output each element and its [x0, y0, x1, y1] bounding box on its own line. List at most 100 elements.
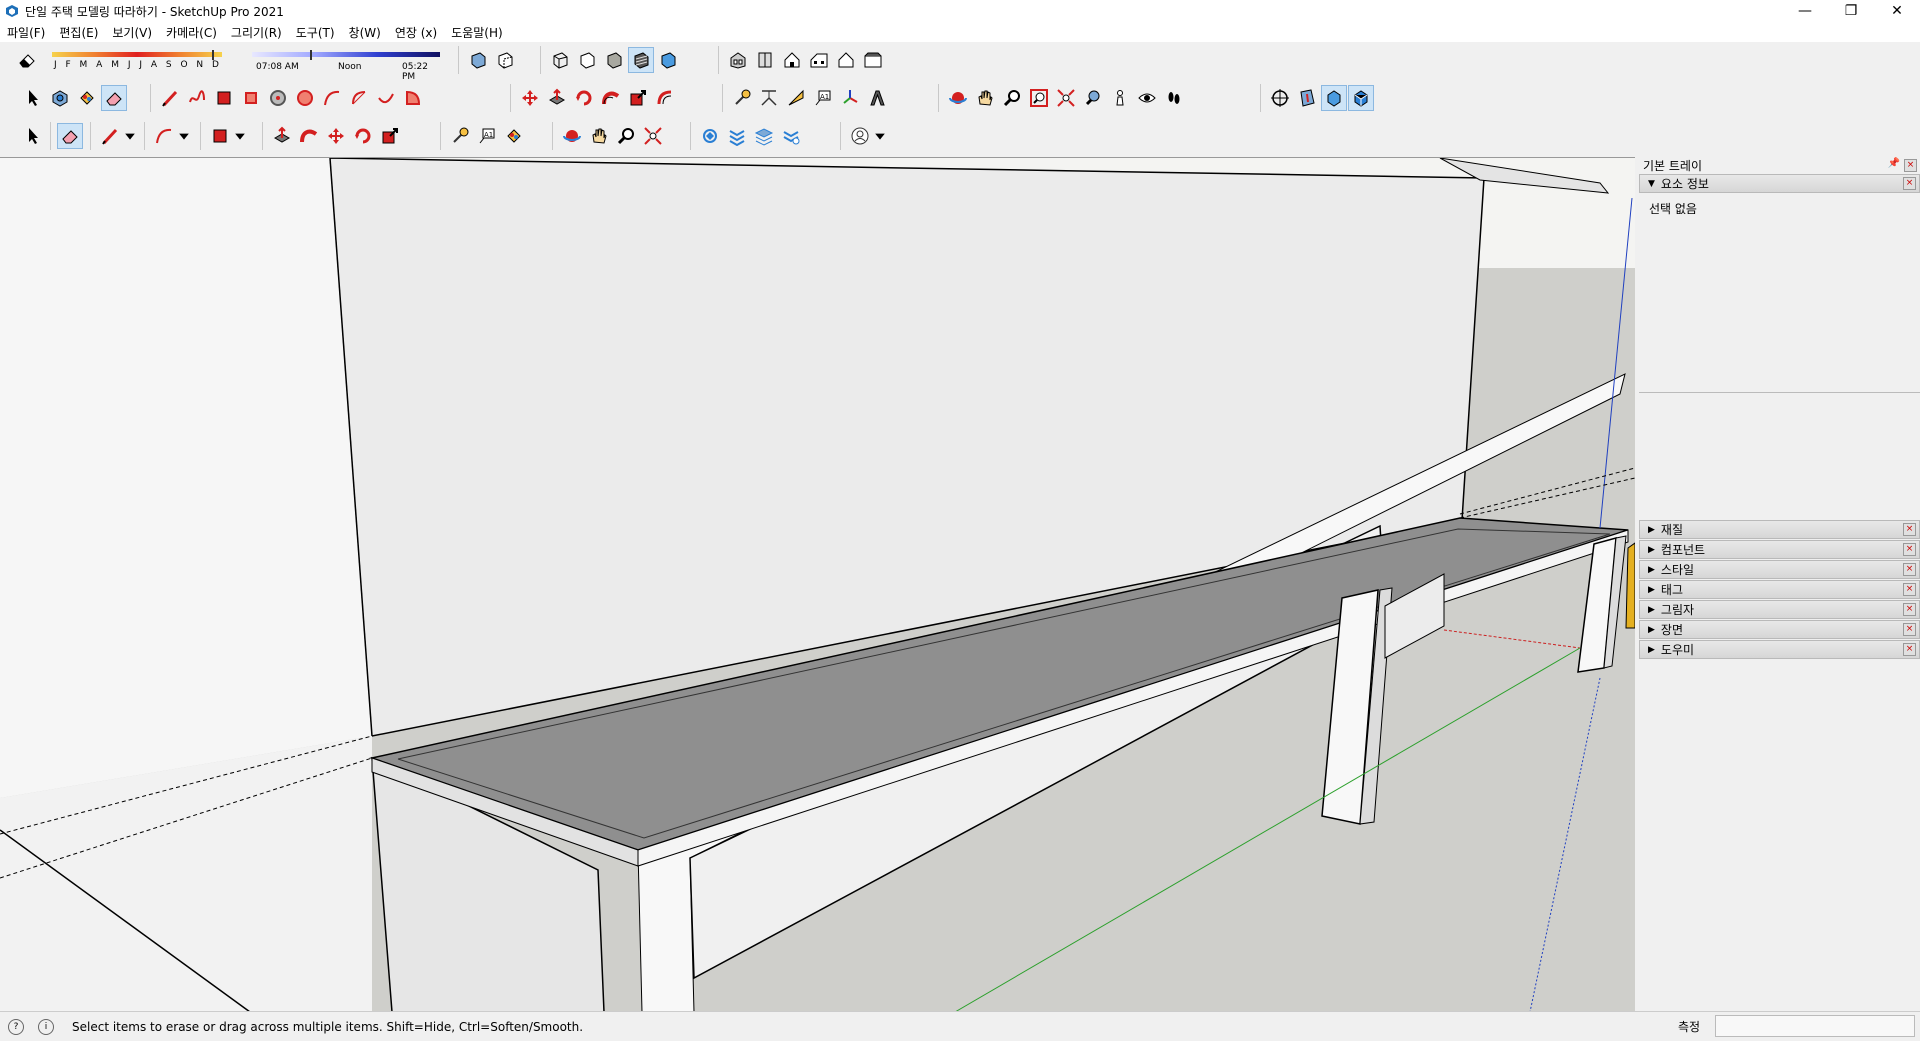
- offset-tool-icon[interactable]: [652, 85, 678, 111]
- zoom-extents-icon[interactable]: [1053, 85, 1079, 111]
- scale-tool-icon[interactable]: [625, 85, 651, 111]
- push-pull-icon-2[interactable]: [269, 123, 295, 149]
- xray-face-style-icon[interactable]: [465, 47, 491, 73]
- panel-close-icon[interactable]: ×: [1903, 523, 1916, 536]
- panel-close-icon[interactable]: ×: [1903, 563, 1916, 576]
- monochrome-icon[interactable]: [655, 47, 681, 73]
- orbit-tool-icon[interactable]: [945, 85, 971, 111]
- display-section-fill-icon[interactable]: [1348, 85, 1374, 111]
- extension-warehouse-icon[interactable]: [778, 123, 804, 149]
- text-tool-icon-2[interactable]: A1: [474, 123, 500, 149]
- wireframe-icon[interactable]: [547, 47, 573, 73]
- panel-close-icon[interactable]: ×: [1903, 603, 1916, 616]
- rectangle-tool-icon[interactable]: [211, 85, 237, 111]
- rotate-tool-icon[interactable]: [571, 85, 597, 111]
- paint-bucket-icon-2[interactable]: [501, 123, 527, 149]
- eraser-small-icon[interactable]: [14, 47, 40, 73]
- panel-close-icon[interactable]: ×: [1903, 623, 1916, 636]
- menu-draw[interactable]: 그리기(R): [224, 24, 289, 41]
- freehand-tool-icon[interactable]: [184, 85, 210, 111]
- iso-view-icon[interactable]: [725, 47, 751, 73]
- hidden-line-icon[interactable]: [574, 47, 600, 73]
- panel-components[interactable]: ▶ 컴포넌트 ×: [1639, 540, 1920, 559]
- warehouse-icon[interactable]: [697, 123, 723, 149]
- select-tool-icon-2[interactable]: [20, 123, 46, 149]
- info-icon[interactable]: i: [38, 1018, 54, 1035]
- panel-tags[interactable]: ▶ 태그 ×: [1639, 580, 1920, 599]
- text-tool-icon[interactable]: A1: [810, 85, 836, 111]
- layers-icon[interactable]: [751, 123, 777, 149]
- menu-extensions[interactable]: 연장 (x): [388, 24, 444, 41]
- left-view-icon[interactable]: [860, 47, 886, 73]
- pan-tool-icon-2[interactable]: [586, 123, 612, 149]
- axes-tool-icon[interactable]: [837, 85, 863, 111]
- rectangle-tool-icon-2[interactable]: [207, 123, 233, 149]
- arc-tool-icon[interactable]: [319, 85, 345, 111]
- panel-close-icon[interactable]: ×: [1903, 177, 1916, 190]
- rotated-rectangle-icon[interactable]: [238, 85, 264, 111]
- minimize-button[interactable]: —: [1782, 0, 1828, 22]
- menu-help[interactable]: 도움말(H): [444, 24, 510, 41]
- line-tool-icon-2[interactable]: [97, 123, 123, 149]
- right-view-icon[interactable]: [806, 47, 832, 73]
- push-pull-icon[interactable]: [544, 85, 570, 111]
- tray-close-icon[interactable]: ×: [1904, 159, 1917, 172]
- previous-view-icon[interactable]: [1080, 85, 1106, 111]
- close-button[interactable]: ✕: [1874, 0, 1920, 22]
- follow-me-icon-2[interactable]: [296, 123, 322, 149]
- look-around-icon[interactable]: [1134, 85, 1160, 111]
- menu-tools[interactable]: 도구(T): [289, 24, 342, 41]
- restore-button[interactable]: ❐: [1828, 0, 1874, 22]
- rotate-tool-icon-2[interactable]: [350, 123, 376, 149]
- front-view-icon[interactable]: [779, 47, 805, 73]
- month-slider[interactable]: [52, 52, 222, 57]
- panel-materials[interactable]: ▶ 재질 ×: [1639, 520, 1920, 539]
- menu-file[interactable]: 파일(F): [0, 24, 52, 41]
- tape-measure-icon-2[interactable]: [447, 123, 473, 149]
- shape-dropdown-chevron-icon[interactable]: [234, 123, 246, 149]
- shaded-icon[interactable]: [601, 47, 627, 73]
- panel-close-icon[interactable]: ×: [1903, 583, 1916, 596]
- dimension-tool-icon[interactable]: [756, 85, 782, 111]
- tape-measure-icon[interactable]: [729, 85, 755, 111]
- menu-camera[interactable]: 카메라(C): [159, 24, 224, 41]
- eraser-tool-icon[interactable]: [101, 85, 127, 111]
- measurements-input[interactable]: [1715, 1015, 1915, 1037]
- display-section-cuts-icon[interactable]: [1321, 85, 1347, 111]
- pan-tool-icon[interactable]: [972, 85, 998, 111]
- eraser-tool-icon-2[interactable]: [57, 123, 83, 149]
- position-camera-icon[interactable]: [1107, 85, 1133, 111]
- account-dropdown-chevron-icon[interactable]: [874, 123, 886, 149]
- walk-tool-icon[interactable]: [1161, 85, 1187, 111]
- menu-view[interactable]: 보기(V): [105, 24, 159, 41]
- zoom-tool-icon-2[interactable]: [613, 123, 639, 149]
- zoom-window-icon[interactable]: [1026, 85, 1052, 111]
- model-canvas[interactable]: [0, 158, 1635, 1012]
- back-edges-icon[interactable]: [492, 47, 518, 73]
- scale-tool-icon-2[interactable]: [377, 123, 403, 149]
- follow-me-icon[interactable]: [598, 85, 624, 111]
- pie-tool-icon[interactable]: [400, 85, 426, 111]
- protractor-icon[interactable]: [783, 85, 809, 111]
- two-point-arc-icon[interactable]: [346, 85, 372, 111]
- panel-styles[interactable]: ▶ 스타일 ×: [1639, 560, 1920, 579]
- select-tool-icon[interactable]: [20, 85, 46, 111]
- move-tool-icon-2[interactable]: [323, 123, 349, 149]
- 3d-viewport[interactable]: [0, 157, 1635, 1012]
- geo-location-icon[interactable]: ?: [8, 1018, 24, 1035]
- circle-tool-icon[interactable]: [265, 85, 291, 111]
- three-point-arc-icon[interactable]: [373, 85, 399, 111]
- panel-instructor[interactable]: ▶ 도우미 ×: [1639, 640, 1920, 659]
- panel-entity-info[interactable]: ▼ 요소 정보 ×: [1639, 174, 1920, 193]
- orbit-tool-icon-2[interactable]: [559, 123, 585, 149]
- zoom-extents-icon-2[interactable]: [640, 123, 666, 149]
- top-view-icon[interactable]: [752, 47, 778, 73]
- arc-tool-icon-2[interactable]: [151, 123, 177, 149]
- menu-edit[interactable]: 편집(E): [52, 24, 105, 41]
- polygon-tool-icon[interactable]: [292, 85, 318, 111]
- time-slider[interactable]: [252, 52, 440, 57]
- account-avatar-icon[interactable]: [847, 123, 873, 149]
- display-section-planes-icon[interactable]: [1294, 85, 1320, 111]
- section-plane-icon[interactable]: [1267, 85, 1293, 111]
- pin-icon[interactable]: 📌: [1888, 158, 1900, 169]
